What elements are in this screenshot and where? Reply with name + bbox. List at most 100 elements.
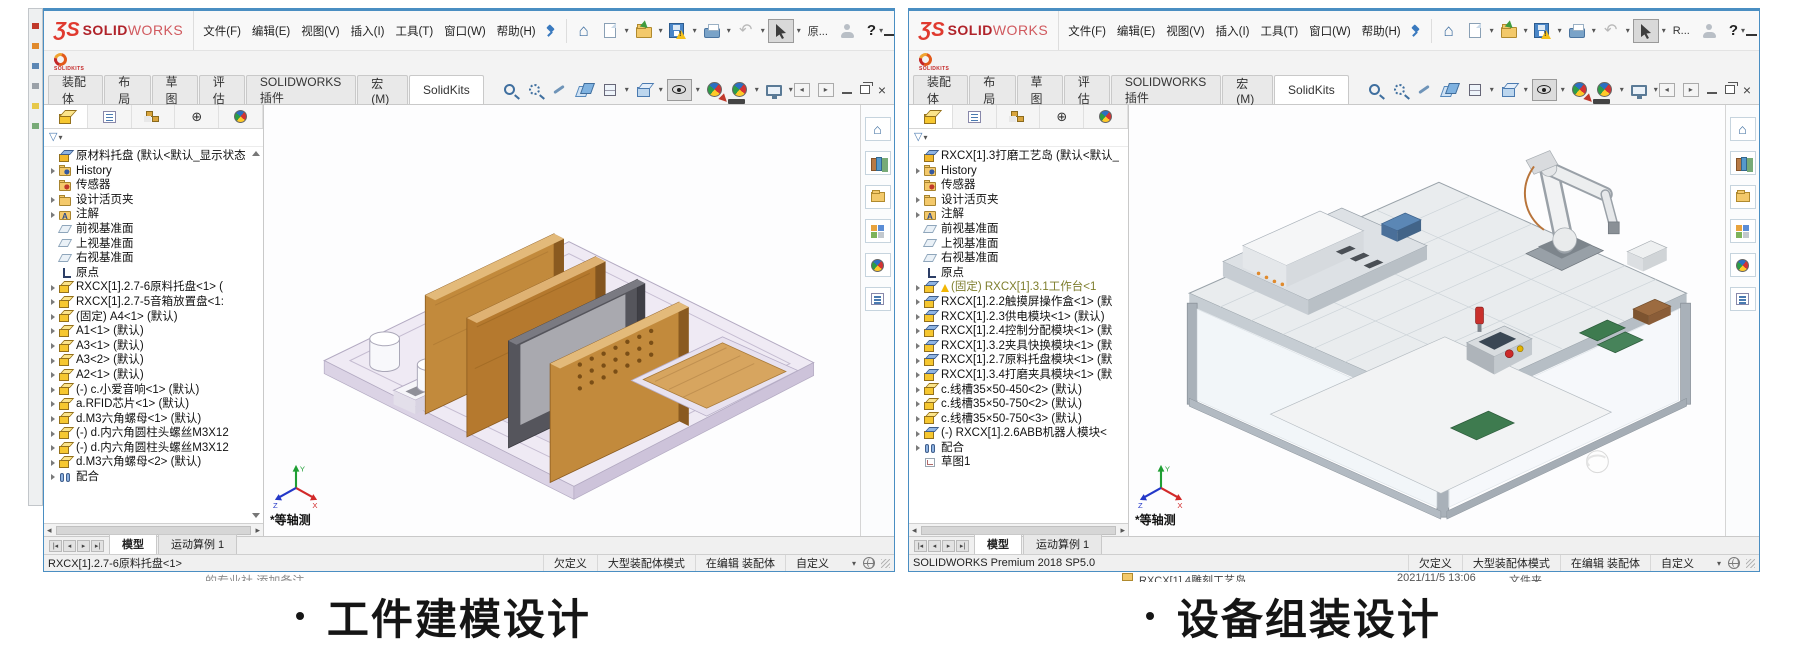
dropdown-caret-icon[interactable]: ▾: [1592, 26, 1596, 35]
doc-close-icon[interactable]: ×: [878, 83, 886, 97]
expand-arrow-icon[interactable]: [913, 443, 923, 453]
tree-item[interactable]: RXCX[1].2.3供电模块<1> (默认): [909, 310, 1128, 325]
menu-item[interactable]: 编辑(E): [1116, 21, 1156, 41]
dropdown-caret-icon[interactable]: ▾: [727, 26, 731, 35]
expand-arrow-icon[interactable]: [48, 283, 58, 293]
tree-item[interactable]: 注解: [909, 207, 1128, 222]
zoom-fit-icon[interactable]: [499, 78, 521, 102]
expand-arrow-icon[interactable]: [913, 414, 923, 424]
tree-item[interactable]: 传感器: [909, 178, 1128, 193]
tree-item[interactable]: 设计活页夹: [44, 193, 263, 208]
tree-item[interactable]: 传感器: [44, 178, 263, 193]
scroll-right-icon[interactable]: ▸: [252, 526, 263, 535]
nav-first-icon[interactable]: |◂: [914, 540, 927, 552]
dropdown-caret-icon[interactable]: ▾: [659, 85, 663, 94]
menu-item[interactable]: 文件(F): [202, 21, 242, 41]
command-tab[interactable]: 草图: [152, 75, 198, 104]
dropdown-caret-icon[interactable]: ▾: [659, 26, 663, 35]
dropdown-caret-icon[interactable]: ▾: [789, 85, 793, 94]
expand-arrow-icon[interactable]: [913, 239, 923, 249]
nav-last-icon[interactable]: ▸|: [956, 540, 969, 552]
menu-item[interactable]: 视图(V): [300, 21, 340, 41]
appearances-icon[interactable]: [1730, 253, 1756, 277]
pin-icon[interactable]: [1410, 25, 1422, 37]
tab-dimxpert[interactable]: ⊕: [175, 105, 219, 128]
scroll-left-icon[interactable]: ◂: [909, 526, 920, 535]
tree-item[interactable]: RXCX[1].3.4打磨夹具模块<1> (默: [909, 368, 1128, 383]
zoom-fit-icon[interactable]: [1364, 78, 1386, 102]
menu-item[interactable]: 工具(T): [1259, 21, 1299, 41]
command-tab[interactable]: 宏(M): [357, 75, 408, 104]
tab-propertymanager[interactable]: [953, 105, 997, 128]
tree-item[interactable]: 原点: [909, 266, 1128, 281]
section-view-icon[interactable]: [1439, 78, 1461, 102]
status-custom[interactable]: 自定义: [785, 555, 851, 571]
dropdown-caret-icon[interactable]: ▾: [1490, 85, 1494, 94]
expand-arrow-icon[interactable]: [48, 166, 58, 176]
tree-item[interactable]: (-) c.小爱音响<1> (默认): [44, 383, 263, 398]
design-library-icon[interactable]: [1730, 151, 1756, 175]
dropdown-caret-icon[interactable]: ▾: [625, 26, 629, 35]
doc-restore-icon[interactable]: [1725, 85, 1735, 94]
doc-close-icon[interactable]: ×: [1743, 83, 1751, 97]
doc-minimize-icon[interactable]: [842, 92, 852, 94]
zoom-area-icon[interactable]: [524, 78, 546, 102]
tree-item[interactable]: 配合: [44, 470, 263, 485]
quick-command-label[interactable]: R...: [1673, 25, 1690, 37]
tree-item[interactable]: A3<1> (默认): [44, 339, 263, 354]
pin-icon[interactable]: [545, 25, 557, 37]
tree-item[interactable]: (固定) RXCX[1].3.1工作台<1: [909, 280, 1128, 295]
dropdown-caret-icon[interactable]: ▾: [696, 85, 700, 94]
display-style-icon[interactable]: [599, 78, 621, 102]
tree-filter[interactable]: ▽▾: [44, 129, 263, 147]
minimize-button[interactable]: [884, 26, 894, 36]
print-icon[interactable]: [1565, 18, 1589, 44]
dropdown-caret-icon[interactable]: ▾: [625, 85, 629, 94]
dropdown-caret-icon[interactable]: ▾: [1524, 85, 1528, 94]
hide-show-items-icon[interactable]: [1532, 79, 1557, 101]
tree-item[interactable]: A1<1> (默认): [44, 324, 263, 339]
expand-arrow-icon[interactable]: [913, 341, 923, 351]
expand-arrow-icon[interactable]: [48, 399, 58, 409]
quick-command-label[interactable]: 原...: [808, 23, 828, 39]
expand-arrow-icon[interactable]: [48, 443, 58, 453]
command-tab[interactable]: 装配体: [48, 75, 103, 104]
save-icon[interactable]: [1531, 18, 1555, 44]
dropdown-caret-icon[interactable]: ▾: [693, 26, 697, 35]
expand-arrow-icon[interactable]: [913, 151, 923, 161]
expand-arrow-icon[interactable]: [48, 210, 58, 220]
expand-arrow-icon[interactable]: [913, 356, 923, 366]
expand-arrow-icon[interactable]: [48, 312, 58, 322]
tree-item[interactable]: a.RFID芯片<1> (默认): [44, 397, 263, 412]
expand-arrow-icon[interactable]: [913, 429, 923, 439]
tab-featuremanager[interactable]: [44, 105, 88, 128]
nav-prev-icon[interactable]: ◂: [63, 540, 76, 552]
dropdown-caret-icon[interactable]: ▾: [1620, 85, 1624, 94]
dock-right-icon[interactable]: ▸: [818, 83, 834, 97]
tree-item[interactable]: 上视基准面: [44, 237, 263, 252]
zoom-area-icon[interactable]: [1389, 78, 1411, 102]
dock-left-icon[interactable]: ◂: [794, 83, 810, 97]
tree-item[interactable]: d.M3六角螺母<1> (默认): [44, 412, 263, 427]
file-explorer-icon[interactable]: [865, 185, 891, 209]
tree-item[interactable]: RXCX[1].3.2夹具快换模块<1> (默: [909, 339, 1128, 354]
expand-arrow-icon[interactable]: [48, 385, 58, 395]
command-tab[interactable]: SolidKits: [1274, 75, 1349, 104]
dropdown-caret-icon[interactable]: ▾: [1662, 26, 1666, 35]
expand-arrow-icon[interactable]: [48, 341, 58, 351]
tree-item[interactable]: 草图1: [909, 455, 1128, 470]
menu-item[interactable]: 插入(I): [1215, 21, 1251, 41]
expand-arrow-icon[interactable]: [48, 356, 58, 366]
tab-dimxpert[interactable]: ⊕: [1040, 105, 1084, 128]
dropdown-caret-icon[interactable]: ▾: [797, 26, 801, 35]
tree-item[interactable]: 前视基准面: [44, 222, 263, 237]
apply-scene-icon[interactable]: [729, 78, 751, 102]
task-home-icon[interactable]: ⌂: [865, 117, 891, 141]
minimize-button[interactable]: [1746, 26, 1757, 36]
home-icon[interactable]: ⌂: [572, 18, 596, 44]
tree-item[interactable]: (-) RXCX[1].2.6ABB机器人模块<: [909, 426, 1128, 441]
scroll-left-icon[interactable]: ◂: [44, 526, 55, 535]
tree-item[interactable]: History: [44, 164, 263, 179]
globe-icon[interactable]: [1728, 557, 1740, 569]
expand-arrow-icon[interactable]: [913, 195, 923, 205]
